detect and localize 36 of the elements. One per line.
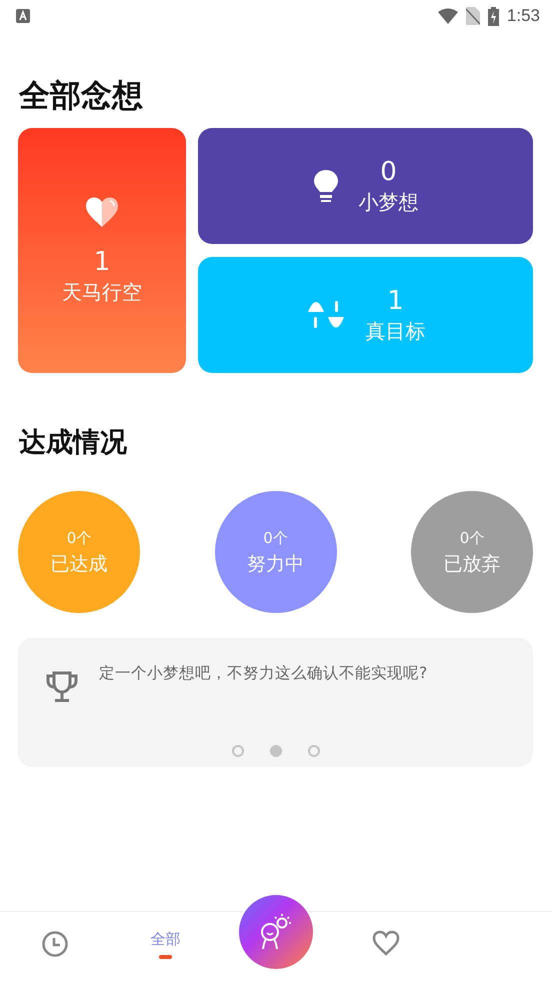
card-count: 1 <box>387 285 404 317</box>
heart-icon <box>372 930 400 956</box>
page-title: 全部念想 <box>19 77 144 116</box>
page-dot[interactable] <box>308 745 320 757</box>
clock-time: 1:53 <box>506 6 540 26</box>
tip-text: 定一个小梦想吧，不努力这么确认不能实现呢? <box>99 663 428 684</box>
status-circle[interactable]: 0个 努力中 <box>214 491 336 613</box>
status-circle[interactable]: 0个 已放弃 <box>411 491 533 613</box>
status-label: 已达成 <box>50 552 108 577</box>
status-label: 已放弃 <box>444 552 500 577</box>
all-tab[interactable]: 全部 <box>146 926 185 953</box>
trophy-icon <box>45 670 79 704</box>
wifi-icon <box>438 8 458 24</box>
selected-indicator <box>159 955 172 959</box>
status-label: 努力中 <box>247 552 304 577</box>
status-count: 0个 <box>66 528 92 549</box>
status-count: 0个 <box>460 528 484 549</box>
keyboard-icon <box>16 9 30 23</box>
card-count: 1 <box>94 246 110 278</box>
page-dot[interactable] <box>270 745 282 757</box>
status-circle[interactable]: 0个 已达成 <box>18 491 140 613</box>
lightbulb-icon <box>312 169 338 203</box>
card-label: 小梦想 <box>358 189 418 216</box>
page-dot[interactable] <box>232 745 244 757</box>
category-card[interactable]: 1 天马行空 <box>18 128 186 373</box>
heart-icon <box>84 196 120 228</box>
card-label: 天马行空 <box>62 278 142 306</box>
no-sim-icon <box>466 7 480 25</box>
battery-charging-icon <box>488 6 499 26</box>
card-count: 0 <box>380 156 397 188</box>
category-card[interactable]: 1 真目标 <box>198 257 533 373</box>
section-title: 达成情况 <box>19 426 128 460</box>
category-card[interactable]: 0 小梦想 <box>198 128 533 244</box>
clock-icon <box>41 930 70 958</box>
card-label: 真目标 <box>366 318 426 345</box>
status-count: 0个 <box>263 528 288 549</box>
